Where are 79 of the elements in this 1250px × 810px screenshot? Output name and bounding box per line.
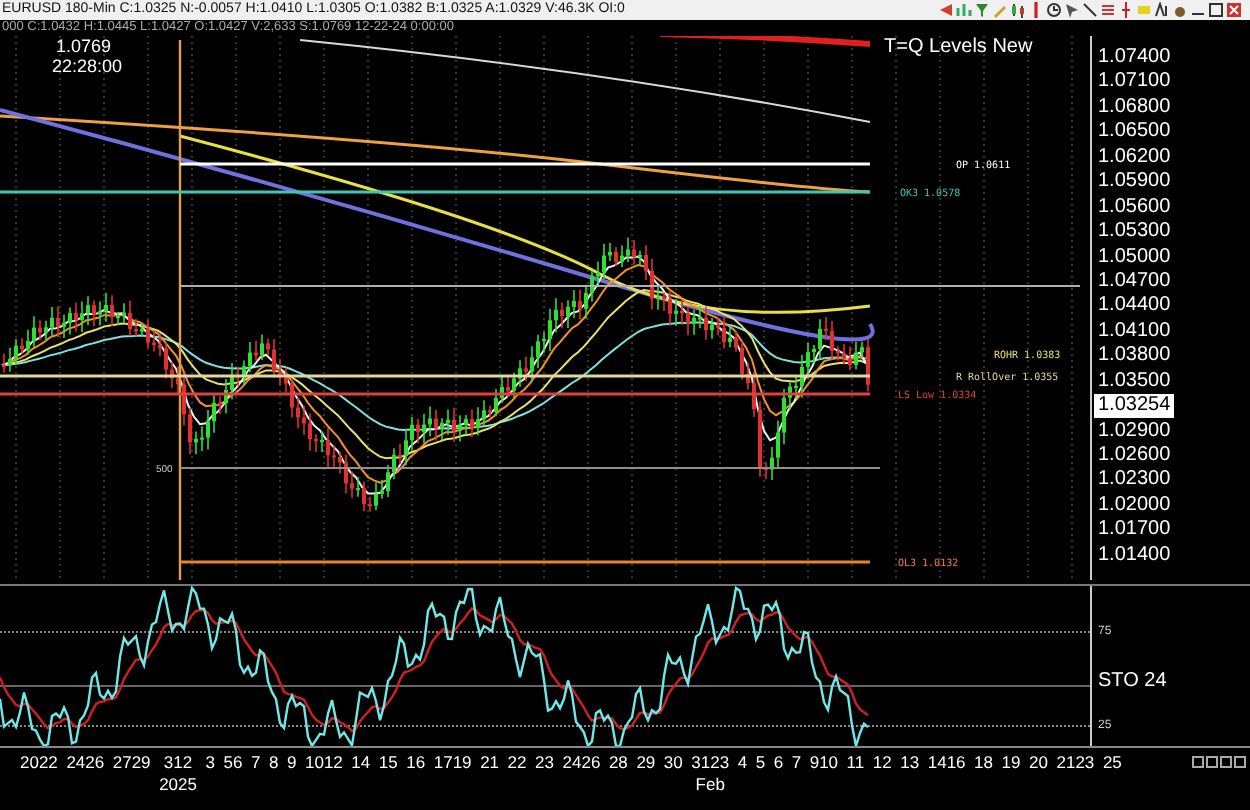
price-tick: 1.02000 [1096, 493, 1173, 519]
date-label: 7 [791, 752, 802, 774]
price-tick: 1.07100 [1096, 70, 1173, 96]
date-label: 3123 [691, 752, 730, 774]
date-label: 25 [1102, 752, 1122, 774]
date-label: 11 [846, 752, 865, 774]
candle-icon[interactable] [1010, 2, 1026, 18]
date-label: 1416 [927, 752, 966, 774]
price-tick: 1.06500 [1096, 120, 1173, 146]
date-label: 3 [205, 752, 215, 774]
date-label: 4 [737, 752, 748, 774]
date-label: 6 [773, 752, 784, 774]
square-icon[interactable] [1192, 756, 1204, 768]
price-tick: 1.05900 [1096, 170, 1173, 196]
date-label: 7 [250, 752, 261, 774]
date-label: 312 [163, 752, 193, 774]
price-tick: 1.07400 [1096, 46, 1173, 71]
price-tick: 1.03800 [1096, 344, 1173, 370]
date-label: 5 [755, 752, 766, 774]
date-label: 2729 [112, 752, 151, 774]
date-label: 29 [636, 752, 656, 774]
date-label: 13 [900, 752, 920, 774]
indicator-title: T=Q Levels New [884, 36, 1033, 58]
date-label: 22 [507, 752, 527, 774]
date-label: 2426 [562, 752, 601, 774]
date-label: 28 [608, 752, 628, 774]
square-icon[interactable] [1234, 756, 1246, 768]
price-tick: 1.04100 [1096, 319, 1173, 345]
text-icon[interactable] [1154, 2, 1170, 18]
clock-icon[interactable] [1046, 2, 1062, 18]
price-tick: 1.02300 [1096, 468, 1173, 494]
date-label: 1012 [304, 752, 343, 774]
date-label: 21 [480, 752, 500, 774]
price-tick: 1.05300 [1096, 220, 1173, 245]
price-tick: 1.04400 [1096, 294, 1173, 320]
current-price: 1.03254 [1094, 394, 1175, 419]
price-tick: 1.02600 [1096, 444, 1173, 469]
date-label: 20 [1029, 752, 1048, 774]
cursor-time: 22:28:00 [52, 56, 123, 76]
price-tick: 1.05600 [1096, 195, 1173, 221]
date-label: 23 [535, 752, 554, 774]
arrow-icon[interactable] [938, 2, 954, 18]
square-icon[interactable] [1206, 756, 1218, 768]
close-icon[interactable] [1226, 2, 1242, 18]
price-tick: 1.04700 [1096, 269, 1173, 295]
date-label: 8 [268, 752, 279, 774]
date-label: 9 [286, 752, 297, 774]
date-label: 2022 [20, 752, 58, 774]
date-label: 2123 [1056, 752, 1095, 774]
date-label: 18 [974, 752, 994, 774]
maximize-icon[interactable] [1208, 2, 1224, 18]
date-label: 14 [351, 752, 371, 774]
price-tick: 1.03500 [1096, 369, 1173, 395]
date-label: 12 [872, 752, 892, 774]
date-label: 30 [663, 752, 683, 774]
bar-chart-icon[interactable] [956, 2, 972, 18]
price-tick: 1.05000 [1096, 245, 1173, 270]
fibonacci-icon[interactable] [1100, 2, 1116, 18]
price-tick: 1.01700 [1096, 518, 1173, 544]
date-label: 2426 [66, 752, 105, 774]
price-tick: 1.06800 [1096, 95, 1173, 121]
line-icon[interactable] [1082, 2, 1098, 18]
square-icon[interactable] [1220, 756, 1232, 768]
date-label: 15 [378, 752, 398, 774]
price-tick: 1.02900 [1096, 419, 1173, 444]
funnel-icon[interactable] [974, 2, 990, 18]
cursor-price: 1.0769 [56, 36, 112, 56]
date-label: 16 [406, 752, 426, 774]
date-label: 1719 [433, 752, 472, 774]
period-label: Feb [695, 774, 725, 794]
period-label: 2025 [159, 774, 197, 794]
date-label: 910 [809, 752, 839, 774]
price-tick: 1.06200 [1096, 145, 1173, 171]
marker-icon[interactable] [1118, 2, 1134, 18]
price-tick: 1.01400 [1096, 543, 1173, 569]
date-label: 19 [1001, 752, 1021, 774]
indicator-label: STO 24 [1096, 670, 1169, 694]
date-label: 56 [223, 752, 243, 774]
cursor-icon[interactable] [1064, 2, 1080, 18]
